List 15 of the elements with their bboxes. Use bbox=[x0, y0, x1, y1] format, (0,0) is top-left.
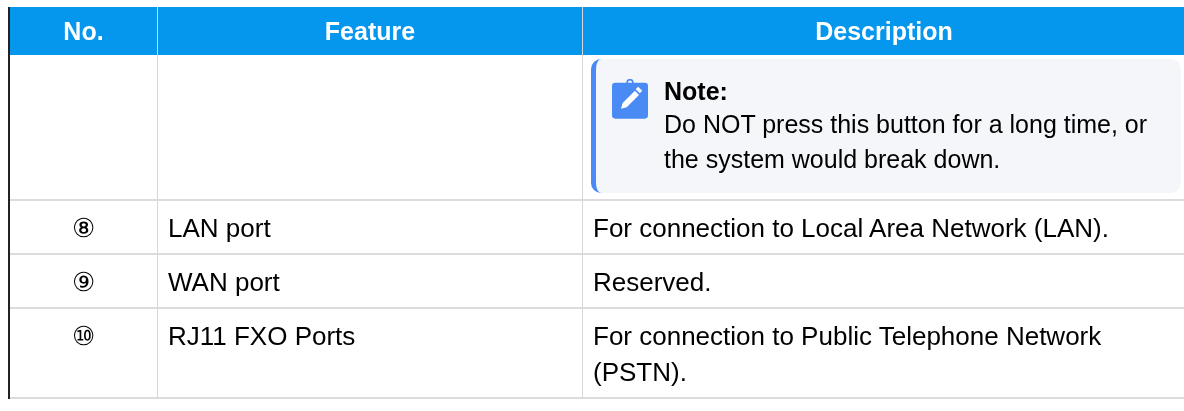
table-cell: ⑩ bbox=[10, 309, 158, 399]
table-cell: For connection to Local Area Network (LAN). bbox=[583, 201, 1184, 255]
note-text: Do NOT press this button for a long time, or the system would break down. bbox=[664, 109, 1149, 175]
table-cell: ⑨ bbox=[10, 255, 158, 309]
table-cell: For connection to Public Telephone Network (PSTN). bbox=[583, 309, 1184, 399]
table-cell: Reserved. bbox=[583, 255, 1184, 309]
table-cell: RJ11 FXO Ports bbox=[158, 309, 583, 399]
note-title: Note: bbox=[664, 76, 729, 107]
column-header: No. bbox=[10, 7, 158, 55]
column-header: Description bbox=[583, 7, 1184, 55]
table-cell: LAN port bbox=[158, 201, 583, 255]
table-cell: ⑧ bbox=[10, 201, 158, 255]
clipboard-pencil-icon bbox=[612, 79, 648, 119]
column-header: Feature bbox=[158, 7, 583, 55]
table-cell: WAN port bbox=[158, 255, 583, 309]
